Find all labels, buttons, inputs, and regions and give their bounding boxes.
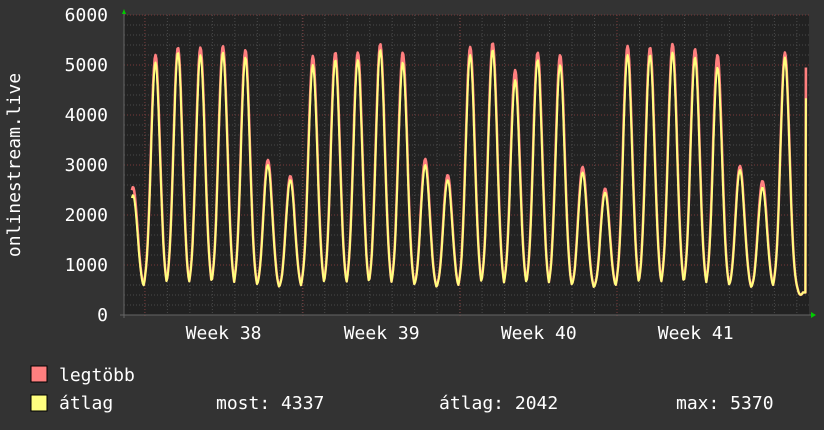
y-tick-label: 3000 xyxy=(65,155,108,176)
y-tick-label: 2000 xyxy=(65,205,108,226)
legend-swatch-avg xyxy=(30,394,48,412)
stat-now: most: 4337 xyxy=(216,393,324,414)
y-axis-title: onlinestream.live xyxy=(4,73,25,257)
y-axis-labels: 0 1000 2000 3000 4000 5000 6000 xyxy=(65,5,108,326)
y-tick-label: 1000 xyxy=(65,255,108,276)
legend-label-max: legtöbb xyxy=(59,365,135,386)
stat-avg: átlag: 2042 xyxy=(439,393,558,414)
x-tick-label: Week 40 xyxy=(501,323,577,344)
x-tick-label: Week 39 xyxy=(344,323,420,344)
y-tick-label: 4000 xyxy=(65,105,108,126)
x-tick-label: Week 38 xyxy=(186,323,262,344)
chart: 0 1000 2000 3000 4000 5000 6000 Week 38 Week 39… xyxy=(4,5,816,414)
y-tick-label: 6000 xyxy=(65,5,108,26)
x-axis-labels: Week 38 Week 39 Week 40 Week 41 xyxy=(186,323,734,344)
x-tick-label: Week 41 xyxy=(658,323,734,344)
x-axis-arrow-icon xyxy=(811,312,816,318)
y-tick-label: 5000 xyxy=(65,55,108,76)
y-tick-label: 0 xyxy=(97,305,108,326)
legend-swatch-max xyxy=(30,365,48,383)
stat-max: max: 5370 xyxy=(676,393,774,414)
legend-label-avg: átlag xyxy=(59,393,113,414)
y-axis-arrow-icon xyxy=(122,9,126,14)
